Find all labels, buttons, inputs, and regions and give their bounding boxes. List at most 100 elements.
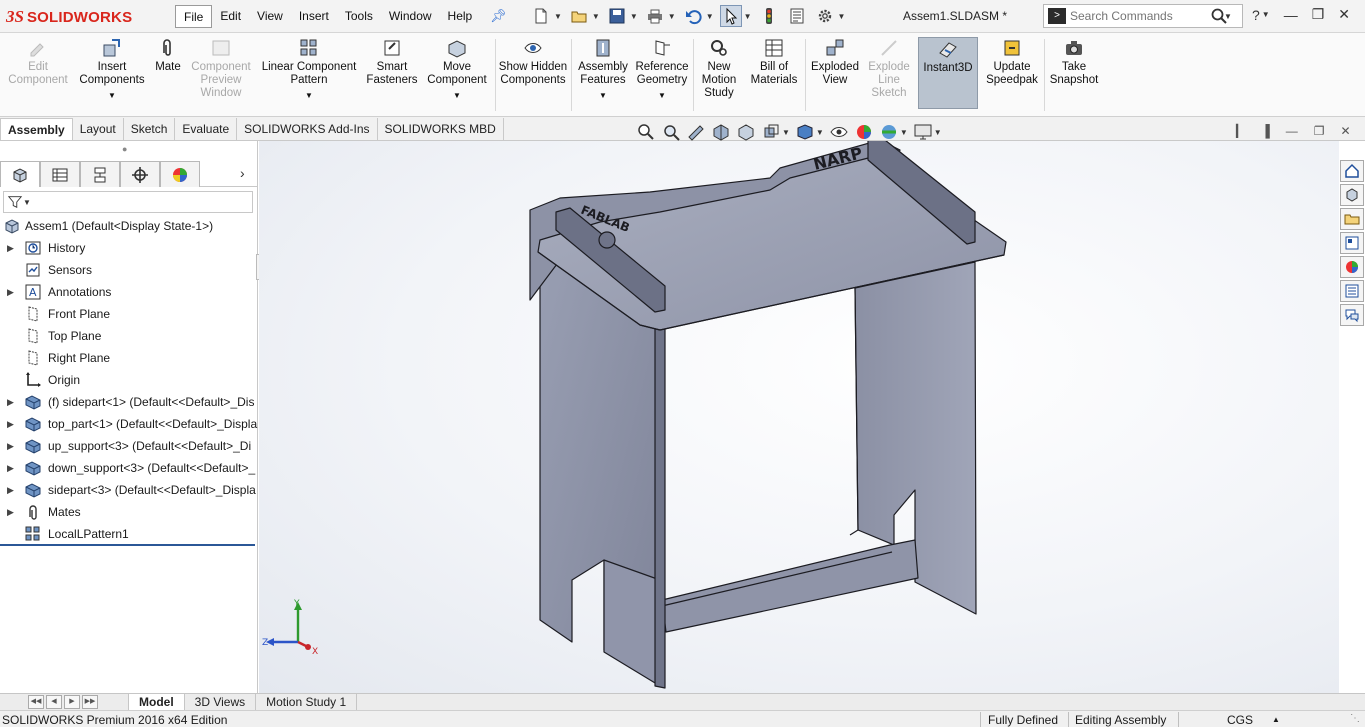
search-commands-input[interactable] (1070, 9, 1210, 23)
design-library-icon[interactable] (1340, 184, 1364, 206)
tree-item[interactable]: ▶ down_support<3> (Default<<Default>_ (0, 457, 258, 479)
view-palette-icon[interactable] (1340, 232, 1364, 254)
apply-scene-dropdown-icon[interactable]: ▼ (900, 128, 908, 137)
help-icon[interactable]: ? (1252, 7, 1260, 23)
smart-fasteners-button[interactable]: Smart Fasteners (364, 37, 420, 87)
menu-help[interactable]: Help (440, 5, 481, 28)
status-units-cgs[interactable]: CGS (1227, 713, 1253, 727)
menu-view[interactable]: View (249, 5, 291, 28)
help-dropdown-icon[interactable]: ▼ (1262, 10, 1270, 19)
expand-arrow-icon[interactable]: ▶ (7, 287, 14, 298)
new-dropdown-icon[interactable]: ▼ (554, 12, 562, 21)
expand-arrow-icon[interactable]: ▶ (7, 485, 14, 496)
last-tab-icon[interactable]: ▶▶ (82, 695, 98, 709)
tree-filter-box[interactable]: ▼ (3, 191, 253, 213)
viewport-close-icon[interactable]: ✕ (1341, 124, 1351, 138)
tree-item[interactable]: LocalLPattern1 (0, 523, 258, 545)
menu-file[interactable]: File (175, 5, 213, 28)
tree-item[interactable]: Right Plane (0, 347, 258, 369)
expand-arrow-icon[interactable]: ▶ (7, 507, 14, 518)
first-tab-icon[interactable]: ◀◀ (28, 695, 44, 709)
panel-grip-icon[interactable]: ● (122, 144, 127, 154)
menu-insert[interactable]: Insert (291, 5, 337, 28)
tree-item[interactable]: Origin (0, 369, 258, 391)
tab-3d-views[interactable]: 3D Views (185, 694, 257, 710)
expand-arrow-icon[interactable]: ▶ (7, 441, 14, 452)
rebuild-traffic-light-icon[interactable] (758, 5, 780, 27)
close-icon[interactable]: ✕ (1338, 6, 1350, 23)
open-folder-icon[interactable] (568, 5, 590, 27)
custom-properties-icon[interactable] (1340, 280, 1364, 302)
zoom-to-fit-icon[interactable] (636, 122, 656, 142)
tab-assembly[interactable]: Assembly (0, 118, 73, 140)
file-explorer-icon[interactable] (1340, 208, 1364, 230)
explode-line-sketch-button[interactable]: Explode Line Sketch (864, 37, 914, 100)
tree-item[interactable]: Front Plane (0, 303, 258, 325)
edit-component-button[interactable]: Edit Component (4, 37, 72, 87)
tree-item[interactable]: Top Plane (0, 325, 258, 347)
graphics-area[interactable]: FABLAB NARP (259, 141, 1339, 693)
feature-manager-tab-icon[interactable] (0, 161, 40, 187)
apply-scene-icon[interactable] (879, 122, 899, 142)
tree-root-assembly[interactable]: Assem1 (Default<Display State-1>) (0, 215, 258, 237)
previous-tab-icon[interactable]: ◀ (46, 695, 62, 709)
split-right-icon[interactable]: ▐ (1261, 124, 1270, 138)
edit-appearance-icon[interactable] (854, 122, 874, 142)
property-manager-tab-icon[interactable] (40, 161, 80, 187)
undo-icon[interactable] (682, 5, 704, 27)
expand-arrow-icon[interactable]: ▶ (7, 243, 14, 254)
options-gear-icon[interactable] (814, 5, 836, 27)
move-component-dropdown-icon[interactable]: ▼ (453, 89, 461, 102)
tree-item[interactable]: Sensors (0, 259, 258, 281)
options-dropdown-icon[interactable]: ▼ (838, 12, 846, 21)
front-left-panel[interactable] (603, 559, 661, 687)
units-dropdown-icon[interactable]: ▲ (1272, 715, 1280, 724)
display-style-dropdown-icon[interactable]: ▼ (816, 128, 824, 137)
move-component-button[interactable]: Move Component ▼ (424, 37, 490, 102)
menu-tools[interactable]: Tools (337, 5, 381, 28)
section-view-icon[interactable] (711, 122, 731, 142)
expand-arrow-icon[interactable]: ▶ (7, 419, 14, 430)
dimxpert-manager-tab-icon[interactable] (120, 161, 160, 187)
component-preview-window-button[interactable]: Component Preview Window (188, 37, 254, 100)
bill-of-materials-button[interactable]: Bill of Materials (747, 37, 801, 87)
menu-window[interactable]: Window (381, 5, 440, 28)
insert-components-dropdown-icon[interactable]: ▼ (108, 89, 116, 102)
zoom-to-area-icon[interactable] (661, 122, 681, 142)
tab-solidworks-add-ins[interactable]: SOLIDWORKS Add-Ins (237, 118, 378, 140)
print-dropdown-icon[interactable]: ▼ (668, 12, 676, 21)
instant3d-button[interactable]: Instant3D (918, 37, 978, 109)
linear-component-pattern-button[interactable]: Linear Component Pattern ▼ (258, 37, 360, 102)
menu-edit[interactable]: Edit (212, 5, 249, 28)
open-dropdown-icon[interactable]: ▼ (592, 12, 600, 21)
viewport-restore-icon[interactable]: ❐ (1314, 124, 1325, 138)
view-settings-dropdown-icon[interactable]: ▼ (934, 128, 942, 137)
tree-item[interactable]: ▶ up_support<3> (Default<<Default>_Di (0, 435, 258, 457)
tab-model[interactable]: Model (128, 694, 185, 710)
dynamic-annotation-icon[interactable] (736, 122, 756, 142)
take-snapshot-button[interactable]: Take Snapshot (1047, 37, 1101, 87)
file-properties-icon[interactable] (786, 5, 808, 27)
command-prompt-icon[interactable]: > (1048, 8, 1066, 24)
solidworks-logo[interactable]: 3S SOLIDWORKS (6, 7, 132, 27)
tree-item[interactable]: ▶ top_part<1> (Default<<Default>_Displa (0, 413, 258, 435)
solidworks-resources-home-icon[interactable] (1340, 160, 1364, 182)
tab-solidworks-mbd[interactable]: SOLIDWORKS MBD (378, 118, 504, 140)
minimize-icon[interactable]: — (1284, 7, 1298, 23)
filter-dropdown-icon[interactable]: ▼ (23, 198, 31, 207)
show-hidden-components-button[interactable]: Show Hidden Components (498, 37, 568, 87)
tree-item[interactable]: ▶ Mates (0, 501, 258, 523)
next-tab-icon[interactable]: ▶ (64, 695, 80, 709)
pin-menu-icon[interactable]: 📌︎ (490, 8, 507, 24)
select-cursor-icon[interactable] (719, 5, 742, 27)
appearances-scenes-icon[interactable] (1340, 256, 1364, 278)
configuration-manager-tab-icon[interactable] (80, 161, 120, 187)
save-icon[interactable] (606, 5, 628, 27)
split-left-icon[interactable]: ▎ (1236, 124, 1245, 138)
display-style-icon[interactable] (795, 122, 815, 142)
reference-geometry-button[interactable]: Reference Geometry ▼ (633, 37, 691, 102)
tree-item[interactable]: ▶ (f) sidepart<1> (Default<<Default>_Dis (0, 391, 258, 413)
display-manager-tab-icon[interactable] (160, 161, 200, 187)
hide-show-items-icon[interactable] (829, 122, 849, 142)
left-upright-panel[interactable] (654, 321, 666, 689)
